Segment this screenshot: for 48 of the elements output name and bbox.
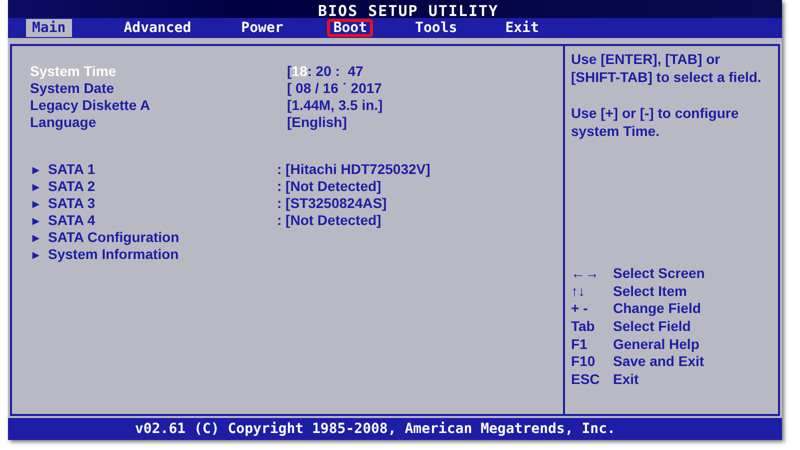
key-name: Tab <box>571 318 596 334</box>
menu-tab[interactable]: Exit <box>499 19 545 37</box>
menu-tab[interactable]: Main <box>26 19 72 37</box>
key-name: ESC <box>571 371 601 388</box>
copyright-text: v02.61 (C) Copyright 1985-2008, American Megatrends, Inc. <box>135 421 616 437</box>
key-name: ↑↓ <box>571 282 586 299</box>
submenu-value: : [ST3250824AS] <box>277 194 387 210</box>
submenu-value: : [Hitachi HDT725032V] <box>277 160 430 176</box>
key-name: F1 <box>571 336 588 352</box>
setting-label[interactable]: Language <box>30 114 287 130</box>
menu-tab[interactable]: Boot <box>327 19 374 37</box>
menu-tab[interactable]: Power <box>235 19 290 37</box>
submenu-label[interactable]: SATA 2 <box>48 178 96 194</box>
setting-value[interactable]: [English] <box>287 114 347 130</box>
setting-value[interactable]: [ 08 / 16 ˙ 2017 <box>287 80 382 96</box>
key-action: Select Item <box>613 282 687 299</box>
key-action: Select Field <box>613 318 691 334</box>
key-name: F10 <box>571 353 596 370</box>
window-title: BIOS SETUP UTILITY <box>318 4 499 18</box>
submenu-label[interactable]: SATA 1 <box>48 160 96 176</box>
setting-value[interactable]: [1.44M, 3.5 in.] <box>287 96 383 112</box>
submenu-label[interactable]: SATA 3 <box>48 194 96 210</box>
key-action: Change Field <box>613 300 701 316</box>
triangle-marker: ► <box>30 248 43 262</box>
triangle-marker: ► <box>30 162 43 176</box>
key-action: Select Screen <box>613 265 705 282</box>
help-text: Use [+] or [-] to configure system Time. <box>571 104 740 140</box>
triangle-marker: ► <box>30 230 43 244</box>
setting-value[interactable]: [ <box>287 62 292 78</box>
setting-value[interactable]: : 20 : 47 <box>307 62 364 78</box>
key-name: + - <box>571 300 589 316</box>
triangle-marker: ► <box>30 180 43 194</box>
submenu-label[interactable]: SATA Configuration <box>48 228 180 244</box>
setting-label[interactable]: System Date <box>30 80 287 96</box>
help-text: Use [ENTER], [TAB] or [SHIFT-TAB] to select a field. <box>571 50 762 86</box>
menu-tab[interactable]: Tools <box>409 19 464 37</box>
submenu-value: : [Not Detected] <box>277 212 382 228</box>
triangle-marker: ► <box>30 214 43 228</box>
submenu-label[interactable]: System Information <box>48 246 179 262</box>
triangle-marker: ► <box>30 196 43 210</box>
submenu-value: : [Not Detected] <box>277 178 382 194</box>
key-action: Save and Exit <box>613 353 704 370</box>
key-action: General Help <box>613 336 700 352</box>
key-action: Exit <box>613 371 639 388</box>
key-name: ←→ <box>571 265 600 282</box>
setting-label[interactable]: Legacy Diskette A <box>30 96 287 112</box>
submenu-label[interactable]: SATA 4 <box>48 212 96 228</box>
menu-tab[interactable]: Advanced <box>118 19 198 37</box>
